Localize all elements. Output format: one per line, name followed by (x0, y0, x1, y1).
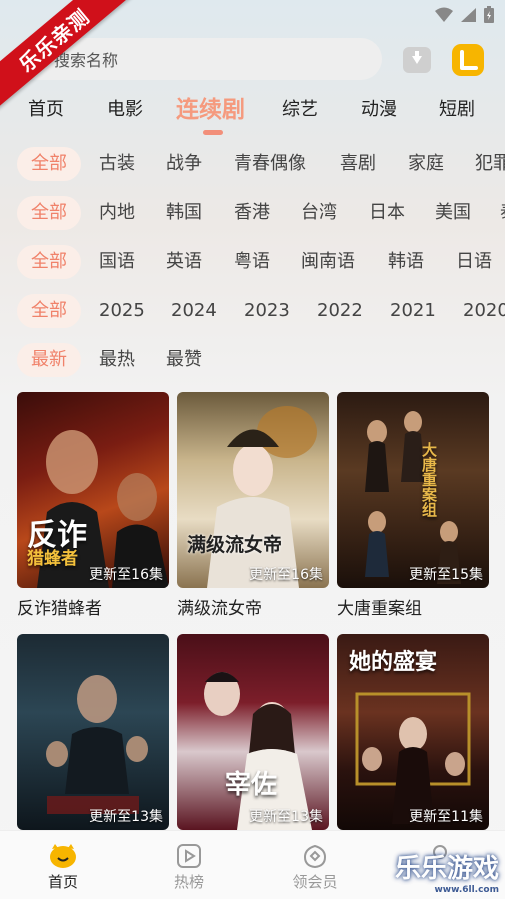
filter-chip[interactable]: 台湾 (301, 196, 337, 230)
home-mascot-icon (50, 844, 76, 868)
filter-chip[interactable]: 古装 (99, 147, 135, 181)
poster-image: 她的盛宴 更新至11集 (337, 634, 489, 830)
region-filter-row: 全部 内地 韩国 香港 台湾 日本 美国 泰 (0, 196, 505, 232)
tab-variety[interactable]: 综艺 (282, 90, 318, 130)
filter-chip[interactable]: 全部 (17, 245, 81, 279)
play-square-icon (177, 844, 201, 868)
poster-title-text: 满级流女帝 (187, 534, 283, 556)
filter-chip[interactable]: 2024 (171, 294, 217, 328)
vip-gift-icon (303, 844, 327, 869)
filter-chip[interactable]: 国语 (99, 245, 135, 279)
video-card[interactable]: 反诈 猎蜂者 更新至16集 反诈猎蜂者 (17, 392, 169, 619)
episode-badge: 更新至11集 (409, 809, 483, 825)
video-title: 大唐重案组 (337, 599, 422, 619)
download-icon[interactable] (400, 44, 434, 76)
filter-chip[interactable]: 韩语 (388, 245, 424, 279)
filter-chip[interactable]: 内地 (99, 196, 135, 230)
poster-title-text: 大唐重案组 (420, 442, 438, 517)
episode-badge: 更新至16集 (249, 567, 323, 583)
filter-chip[interactable]: 日语 (456, 245, 492, 279)
nav-vip-label: 领会员 (292, 873, 338, 891)
site-watermark: 乐乐游戏 www.6ll.com (395, 848, 499, 895)
filter-chip[interactable]: 2021 (390, 294, 436, 328)
filter-chip[interactable]: 2025 (99, 294, 145, 328)
watermark-url: www.6ll.com (434, 885, 499, 895)
nav-vip[interactable]: 领会员 (275, 843, 355, 892)
signal-icon (461, 8, 476, 22)
filter-chip[interactable]: 家庭 (408, 147, 444, 181)
play-history-icon[interactable] (450, 42, 486, 78)
filter-chip[interactable]: 喜剧 (340, 147, 376, 181)
filter-chip[interactable]: 青春偶像 (234, 147, 306, 181)
filter-chip[interactable]: 日本 (369, 196, 405, 230)
filter-chip[interactable]: 闽南语 (301, 245, 355, 279)
poster-image: 更新至13集 (17, 634, 169, 830)
poster-image: 满级流女帝 更新至16集 (177, 392, 329, 588)
wifi-icon (435, 7, 453, 22)
filter-chip[interactable]: 全部 (17, 294, 81, 328)
episode-badge: 更新至13集 (249, 809, 323, 825)
poster-image: 反诈 猎蜂者 更新至16集 (17, 392, 169, 588)
episode-badge: 更新至16集 (89, 567, 163, 583)
filter-chip[interactable]: 战争 (166, 147, 202, 181)
sort-chip[interactable]: 最新 (17, 343, 81, 377)
poster-subtitle-text: 猎蜂者 (27, 549, 78, 569)
nav-home[interactable]: 首页 (23, 843, 103, 892)
poster-image: 大唐重案组 更新至15集 (337, 392, 489, 588)
tab-home[interactable]: 首页 (28, 90, 64, 130)
nav-hot[interactable]: 热榜 (149, 843, 229, 892)
language-filter-row: 全部 国语 英语 粤语 闽南语 韩语 日语 (0, 245, 505, 281)
episode-badge: 更新至13集 (89, 809, 163, 825)
sort-chip[interactable]: 最赞 (166, 343, 202, 377)
nav-hot-label: 热榜 (173, 873, 204, 891)
battery-icon (484, 6, 494, 23)
filter-chip[interactable]: 2022 (317, 294, 363, 328)
filter-chip[interactable]: 全部 (17, 147, 81, 181)
video-title: 满级流女帝 (177, 599, 262, 619)
category-tabs: 首页 电影 连续剧 综艺 动漫 短剧 (0, 90, 505, 138)
filter-chip[interactable]: 美国 (435, 196, 471, 230)
video-card[interactable]: 宰佐 更新至13集 (177, 634, 329, 836)
tab-shorts[interactable]: 短剧 (439, 90, 475, 130)
poster-title-text: 她的盛宴 (349, 649, 438, 675)
sort-chip[interactable]: 最热 (99, 343, 135, 377)
filter-chip[interactable]: 犯罪 (475, 147, 505, 181)
watermark-text: 乐乐游戏 (394, 854, 499, 884)
poster-title-text: 宰佐 (225, 770, 278, 800)
filter-chip[interactable]: 香港 (234, 196, 270, 230)
year-filter-row: 全部 2025 2024 2023 2022 2021 2020 (0, 294, 505, 330)
video-card[interactable]: 大唐重案组 更新至15集 大唐重案组 (337, 392, 489, 619)
tab-series[interactable]: 连续剧 (176, 90, 245, 130)
nav-home-label: 首页 (47, 873, 78, 891)
episode-badge: 更新至15集 (409, 567, 483, 583)
genre-filter-row: 全部 古装 战争 青春偶像 喜剧 家庭 犯罪 (0, 147, 505, 183)
filter-chip[interactable]: 粤语 (234, 245, 270, 279)
filter-chip[interactable]: 英语 (166, 245, 202, 279)
video-card[interactable]: 满级流女帝 更新至16集 满级流女帝 (177, 392, 329, 619)
filter-chip[interactable]: 韩国 (166, 196, 202, 230)
filter-chip[interactable]: 2023 (244, 294, 290, 328)
filter-chip[interactable]: 2020 (463, 294, 505, 328)
filter-chip[interactable]: 泰 (500, 196, 505, 230)
video-card[interactable]: 她的盛宴 更新至11集 (337, 634, 489, 836)
filter-chip[interactable]: 全部 (17, 196, 81, 230)
sort-filter-row: 最新 最热 最赞 (0, 343, 505, 379)
active-tab-indicator (203, 130, 223, 135)
tab-anime[interactable]: 动漫 (361, 90, 397, 130)
tab-movie[interactable]: 电影 (107, 90, 143, 130)
video-card[interactable]: 更新至13集 (17, 634, 169, 836)
video-title: 反诈猎蜂者 (17, 599, 102, 619)
poster-image: 宰佐 更新至13集 (177, 634, 329, 830)
